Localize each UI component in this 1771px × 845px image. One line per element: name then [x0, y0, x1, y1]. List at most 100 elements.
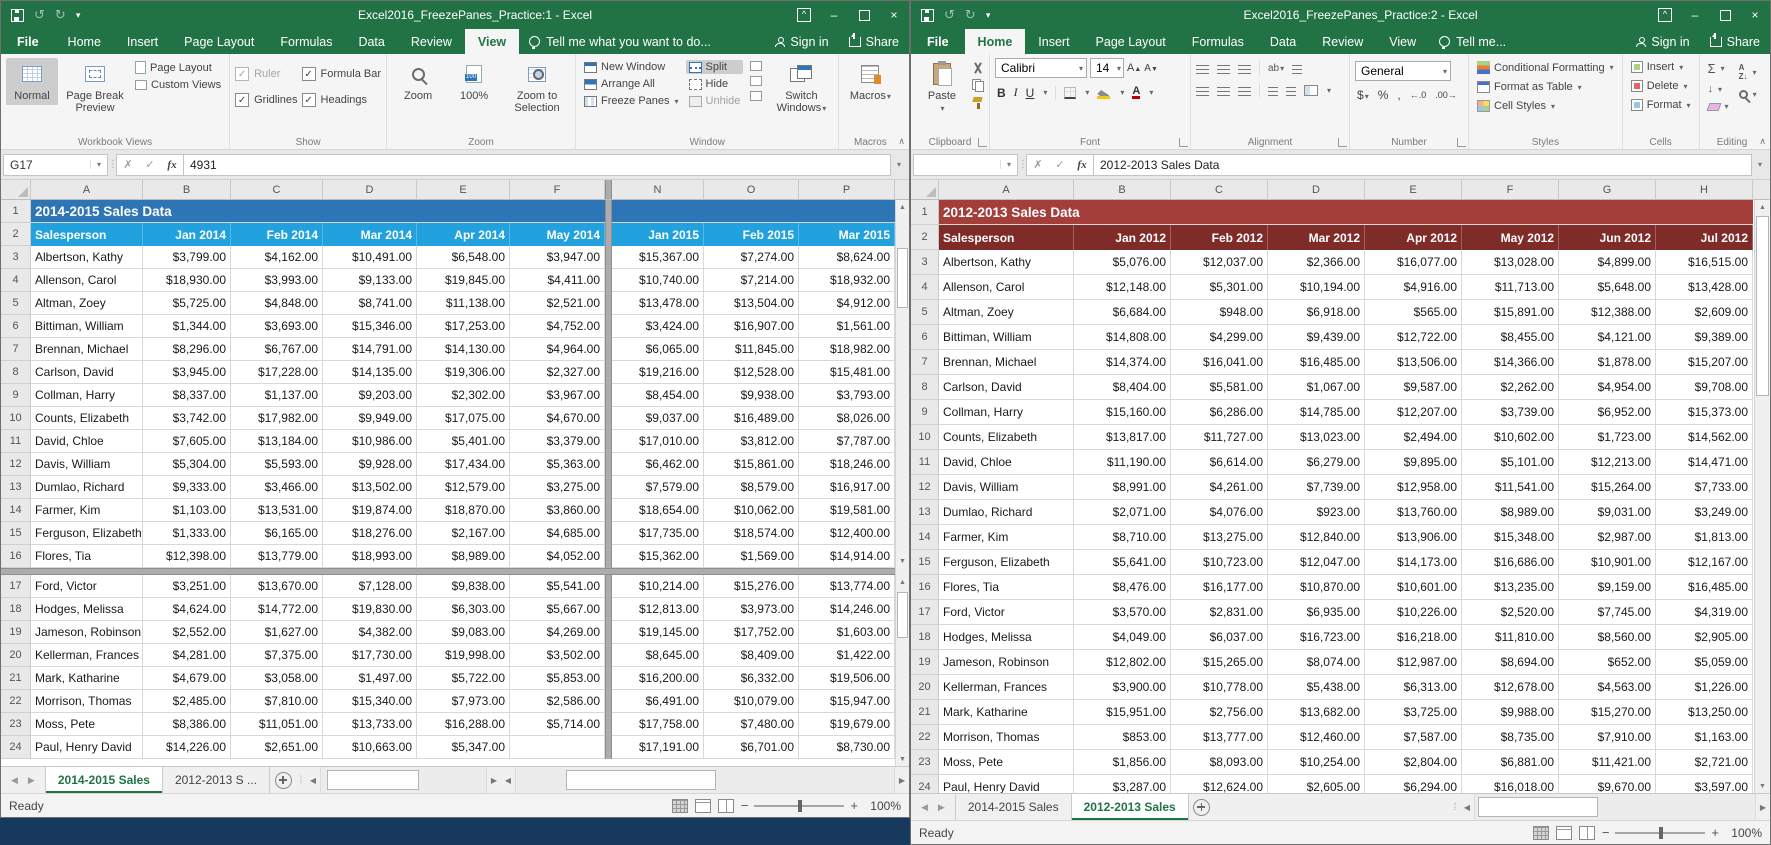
cell[interactable]: $2,521.00 [510, 292, 605, 315]
cell[interactable]: $17,191.00 [612, 736, 704, 759]
cell[interactable]: $7,733.00 [1656, 475, 1753, 500]
cell[interactable]: $14,791.00 [323, 338, 417, 361]
cell[interactable]: $1,137.00 [231, 384, 323, 407]
cell[interactable]: $2,552.00 [143, 621, 231, 644]
page-break-view-button[interactable] [718, 799, 734, 813]
cell[interactable]: $6,065.00 [612, 338, 704, 361]
cell[interactable]: Dumlao, Richard [31, 476, 143, 499]
cell[interactable]: $3,742.00 [143, 407, 231, 430]
cell[interactable]: $4,899.00 [1559, 250, 1656, 275]
cell[interactable]: Hodges, Melissa [31, 598, 143, 621]
cell[interactable]: $7,787.00 [799, 430, 895, 453]
switch-windows-button[interactable]: Switch Windows▾ [769, 58, 833, 118]
cell[interactable]: $1,497.00 [323, 667, 417, 690]
cell[interactable]: $10,602.00 [1462, 425, 1559, 450]
cell[interactable]: $11,421.00 [1559, 750, 1656, 775]
split-bar-vertical[interactable] [605, 338, 612, 361]
cancel-icon[interactable]: ✗ [117, 158, 139, 171]
cell[interactable]: $9,389.00 [1656, 325, 1753, 350]
cell[interactable]: $8,694.00 [1462, 650, 1559, 675]
ribbon-display-options-icon[interactable]: ^ [1650, 1, 1680, 29]
cell[interactable]: $5,853.00 [510, 667, 605, 690]
cell[interactable]: $10,740.00 [612, 269, 704, 292]
cell[interactable]: $7,128.00 [323, 575, 417, 598]
row-header-17[interactable]: 17 [911, 600, 939, 625]
cell[interactable]: $5,101.00 [1462, 450, 1559, 475]
header-cell[interactable]: Jul 2012 [1656, 225, 1753, 250]
scroll-right-icon[interactable]: ▶ [487, 776, 501, 785]
cell[interactable]: $16,907.00 [704, 315, 799, 338]
cell[interactable]: $15,264.00 [1559, 475, 1656, 500]
scroll-right-icon[interactable]: ▶ [895, 776, 909, 785]
cell[interactable]: $9,203.00 [323, 384, 417, 407]
cell[interactable]: $12,528.00 [704, 361, 799, 384]
cell[interactable]: $19,679.00 [799, 713, 895, 736]
cell[interactable]: $15,207.00 [1656, 350, 1753, 375]
paste-button[interactable]: Paste▾ [916, 58, 968, 118]
cell[interactable]: $9,988.00 [1462, 700, 1559, 725]
cell[interactable]: Davis, William [31, 453, 143, 476]
insert-cells-button[interactable]: Insert▾ [1628, 60, 1694, 74]
tab-file[interactable]: File [1, 29, 55, 54]
cell[interactable]: $6,332.00 [704, 667, 799, 690]
cell[interactable]: $3,249.00 [1656, 500, 1753, 525]
maximize-button[interactable] [849, 1, 879, 29]
insert-function-icon[interactable]: fx [161, 159, 183, 171]
delete-cells-button[interactable]: Delete▾ [1628, 79, 1694, 93]
cell[interactable]: $13,777.00 [1171, 725, 1268, 750]
cell[interactable]: $3,502.00 [510, 644, 605, 667]
horizontal-scrollbar-left-pane[interactable]: ◀ ▶ [306, 767, 501, 793]
cell-styles-button[interactable]: Cell Styles▾ [1474, 99, 1617, 113]
cell[interactable]: Bittiman, William [939, 325, 1074, 350]
cell[interactable]: $4,319.00 [1656, 600, 1753, 625]
cell[interactable]: Bittiman, William [31, 315, 143, 338]
cell[interactable]: Brennan, Michael [939, 350, 1074, 375]
formula-bar-checkbox[interactable]: ✓ Formula Bar [302, 64, 382, 84]
scroll-up-icon[interactable]: ▲ [1755, 200, 1770, 214]
cell[interactable]: $2,905.00 [1656, 625, 1753, 650]
row-header-6[interactable]: 6 [1, 315, 31, 338]
cell[interactable]: $9,031.00 [1559, 500, 1656, 525]
cell[interactable]: Paul, Henry David [31, 736, 143, 759]
column-header-A[interactable]: A [939, 180, 1074, 199]
split-bar-vertical[interactable] [605, 361, 612, 384]
cell[interactable]: $12,722.00 [1365, 325, 1462, 350]
cell[interactable]: $2,167.00 [417, 522, 510, 545]
row-header-4[interactable]: 4 [1, 269, 31, 292]
cell[interactable]: $9,838.00 [417, 575, 510, 598]
cell[interactable]: $6,935.00 [1268, 600, 1365, 625]
cell[interactable]: $1,856.00 [1074, 750, 1171, 775]
cell[interactable]: $10,226.00 [1365, 600, 1462, 625]
redo-icon[interactable]: ↻ [965, 7, 976, 23]
cell[interactable]: Allenson, Carol [31, 269, 143, 292]
cell[interactable]: $11,713.00 [1462, 275, 1559, 300]
qat-customize-icon[interactable]: ▾ [986, 10, 991, 21]
undo-icon[interactable]: ↺ [944, 7, 955, 23]
increase-indent-icon[interactable] [1286, 85, 1296, 96]
formula-input[interactable]: 4931 [184, 154, 891, 176]
conditional-formatting-button[interactable]: Conditional Formatting▾ [1474, 60, 1617, 75]
qat-customize-icon[interactable]: ▾ [76, 10, 81, 21]
cell[interactable]: $5,593.00 [231, 453, 323, 476]
cell[interactable]: $14,808.00 [1074, 325, 1171, 350]
cell[interactable]: $17,730.00 [323, 644, 417, 667]
split-bar-vertical[interactable] [605, 223, 612, 246]
name-box-dropdown-icon[interactable]: ▾ [1000, 160, 1017, 169]
cell[interactable]: $6,303.00 [417, 598, 510, 621]
cell[interactable]: $8,645.00 [612, 644, 704, 667]
cell[interactable]: $7,605.00 [143, 430, 231, 453]
cell[interactable]: $5,301.00 [1171, 275, 1268, 300]
close-button[interactable]: × [1740, 1, 1770, 29]
split-bar-vertical[interactable] [605, 384, 612, 407]
cell[interactable]: Jameson, Robinson [939, 650, 1074, 675]
cell[interactable]: $19,830.00 [323, 598, 417, 621]
row-header-21[interactable]: 21 [1, 667, 31, 690]
header-cell[interactable]: Salesperson [31, 223, 143, 246]
share-button[interactable]: Share [839, 29, 909, 54]
row-header-14[interactable]: 14 [911, 525, 939, 550]
enter-icon[interactable]: ✓ [139, 158, 161, 171]
cell[interactable]: $5,304.00 [143, 453, 231, 476]
format-painter-icon[interactable] [972, 97, 984, 109]
row-header-18[interactable]: 18 [911, 625, 939, 650]
cell[interactable]: Morrison, Thomas [939, 725, 1074, 750]
